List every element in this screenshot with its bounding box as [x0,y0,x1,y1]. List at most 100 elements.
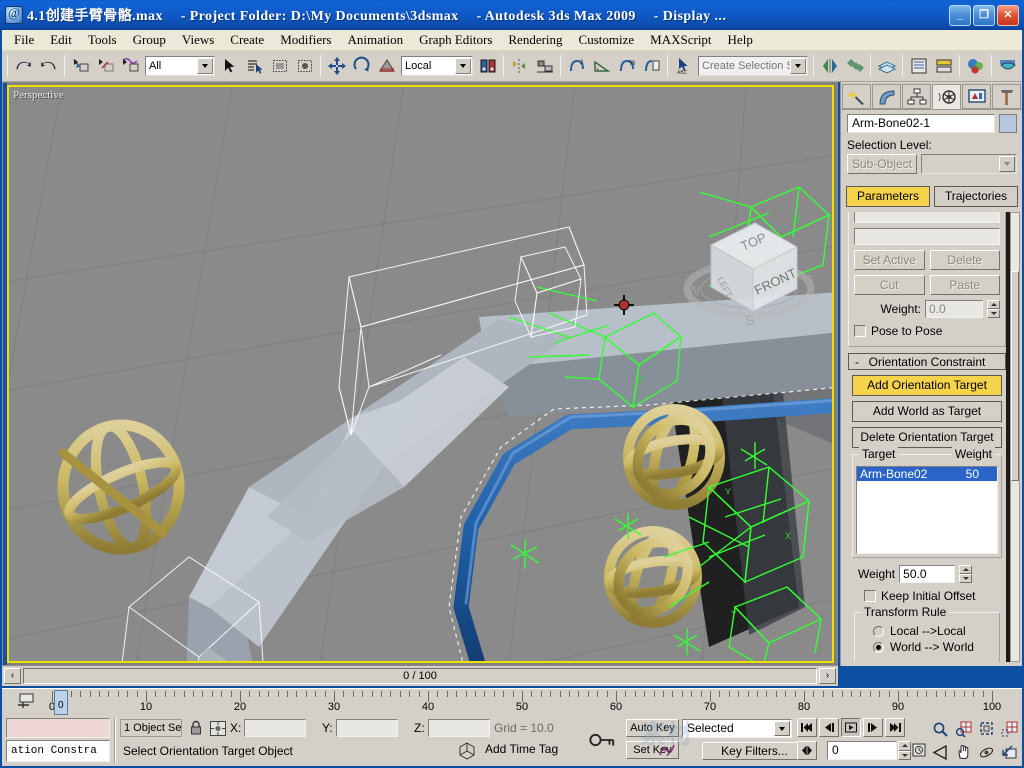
render-setup-icon[interactable] [995,54,1020,79]
play-animation-icon[interactable] [841,718,861,737]
pw-weight-field[interactable]: 0.0 [925,300,983,318]
time-ruler[interactable]: 0 10 20 30 40 50 60 70 80 90 100 [49,689,1016,717]
chevron-down-icon[interactable] [999,156,1015,172]
add-world-as-target-button[interactable]: Add World as Target [852,401,1002,422]
menu-item-file[interactable]: File [6,31,42,49]
pw-weight-spinner[interactable] [987,300,1000,318]
close-button[interactable]: ✕ [997,4,1019,26]
target-list-item[interactable]: Arm-Bone02 50 [857,467,997,481]
local-to-local-radio[interactable] [873,625,884,637]
menu-item-maxscript[interactable]: MAXScript [642,31,719,49]
key-mode-selection-combo[interactable]: Selected [682,719,792,738]
target-list[interactable]: Arm-Bone02 50 [856,466,998,554]
menu-item-customize[interactable]: Customize [571,31,643,49]
minimize-button[interactable]: _ [949,4,971,26]
select-and-rotate-icon[interactable] [349,54,374,79]
x-coord-field[interactable] [244,719,307,737]
chevron-down-icon[interactable] [197,58,213,74]
zoom-extents-all-icon[interactable] [998,718,1021,740]
hierarchy-tab[interactable] [902,84,931,109]
previous-frame-button[interactable]: ‹ [4,668,21,684]
angle-snap-icon[interactable] [589,54,614,79]
time-slider-thumb[interactable]: 0 [54,690,68,715]
rectangular-select-region-icon[interactable] [267,54,292,79]
menu-item-tools[interactable]: Tools [80,31,125,49]
y-coord-field[interactable] [335,719,398,737]
lock-selection-icon[interactable] [186,719,206,737]
snaps-toggle-icon[interactable]: 3 [564,54,589,79]
rollout-collapse-icon[interactable]: - [855,355,859,369]
current-frame-field[interactable]: 0 [827,741,897,760]
redo-icon[interactable] [36,54,61,79]
menu-item-help[interactable]: Help [720,31,761,49]
utilities-tab[interactable] [992,84,1021,109]
mirror-icon[interactable] [507,54,532,79]
menu-item-rendering[interactable]: Rendering [500,31,570,49]
tab-trajectories[interactable]: Trajectories [934,186,1018,207]
transform-rule-world-row[interactable]: World --> World [873,640,993,654]
undo-icon[interactable] [11,54,36,79]
unlink-icon[interactable] [93,54,118,79]
auto-key-button[interactable]: Auto Key [626,719,679,737]
paste-button[interactable]: Paste [929,275,1000,295]
object-name-field[interactable]: Arm-Bone02-1 [847,114,995,133]
maximize-viewport-toggle-icon[interactable] [998,741,1021,763]
orbit-icon[interactable] [975,741,998,763]
go-to-end-icon[interactable] [885,718,905,737]
material-editor-icon[interactable] [963,54,988,79]
menu-item-views[interactable]: Views [174,31,222,49]
transform-rule-local-row[interactable]: Local -->Local [873,624,993,638]
delete-orientation-target-button[interactable]: Delete Orientation Target [852,427,1002,448]
adaptive-degradation-icon[interactable] [457,742,477,760]
rendered-frame-icon[interactable] [1020,54,1024,79]
maxscript-mini-listener-input[interactable]: ation Constra [6,740,110,762]
orientation-constraint-rollout-header[interactable]: - Orientation Constraint [848,353,1006,370]
tab-parameters[interactable]: Parameters [846,186,930,207]
menu-item-animation[interactable]: Animation [339,31,411,49]
menu-item-modifiers[interactable]: Modifiers [272,31,339,49]
reference-coordinate-combo[interactable]: Local [401,56,473,76]
next-frame-button[interactable]: › [819,668,836,684]
key-mode-icon[interactable] [16,692,38,712]
bind-space-warp-icon[interactable] [118,54,143,79]
orientation-weight-spinner[interactable] [959,565,973,583]
menu-item-group[interactable]: Group [125,31,174,49]
viewport-canvas[interactable]: Y X Y Y Y W E S TOP FRONT LEFT [9,87,832,661]
create-tab[interactable] [842,84,871,109]
modify-tab[interactable] [872,84,901,109]
spinner-snap-icon[interactable] [639,54,664,79]
pw-top-list[interactable] [854,212,1000,223]
named-selection-icon[interactable]: ABC [671,54,696,79]
percent-snap-icon[interactable]: % [614,54,639,79]
named-selection-set-combo[interactable]: Create Selection Set [698,56,808,76]
previous-frame-icon[interactable] [819,718,839,737]
select-object-icon[interactable] [217,54,242,79]
key-filters-button[interactable]: Key Filters... [702,742,807,760]
cut-button[interactable]: Cut [854,275,925,295]
display-tab[interactable] [962,84,991,109]
menu-item-graph-editors[interactable]: Graph Editors [411,31,500,49]
select-by-name-icon[interactable] [242,54,267,79]
select-and-scale-icon[interactable] [374,54,399,79]
select-and-move-icon[interactable] [324,54,349,79]
zoom-extents-icon[interactable] [975,718,998,740]
orientation-weight-field[interactable]: 50.0 [899,565,956,583]
set-active-button[interactable]: Set Active [854,250,925,270]
pose-to-pose-checkbox[interactable] [854,325,866,337]
track-bar[interactable]: 0 10 20 30 40 50 60 70 80 90 100 0 [2,688,1022,716]
field-of-view-icon[interactable] [929,741,952,763]
pan-view-icon[interactable] [952,741,975,763]
array-icon[interactable] [842,54,867,79]
selection-filter-combo[interactable]: All [145,56,215,76]
schematic-view-icon[interactable] [931,54,956,79]
keep-initial-offset-checkbox[interactable] [864,590,876,602]
menu-item-create[interactable]: Create [222,31,272,49]
select-link-icon[interactable] [68,54,93,79]
z-coord-field[interactable] [427,719,490,737]
window-crossing-icon[interactable] [292,54,317,79]
maximize-button[interactable]: ❐ [973,4,995,26]
chevron-down-icon[interactable] [790,58,806,74]
delete-button[interactable]: Delete [929,250,1000,270]
use-pivot-point-center-icon[interactable] [475,54,500,79]
world-to-world-radio[interactable] [873,641,884,653]
